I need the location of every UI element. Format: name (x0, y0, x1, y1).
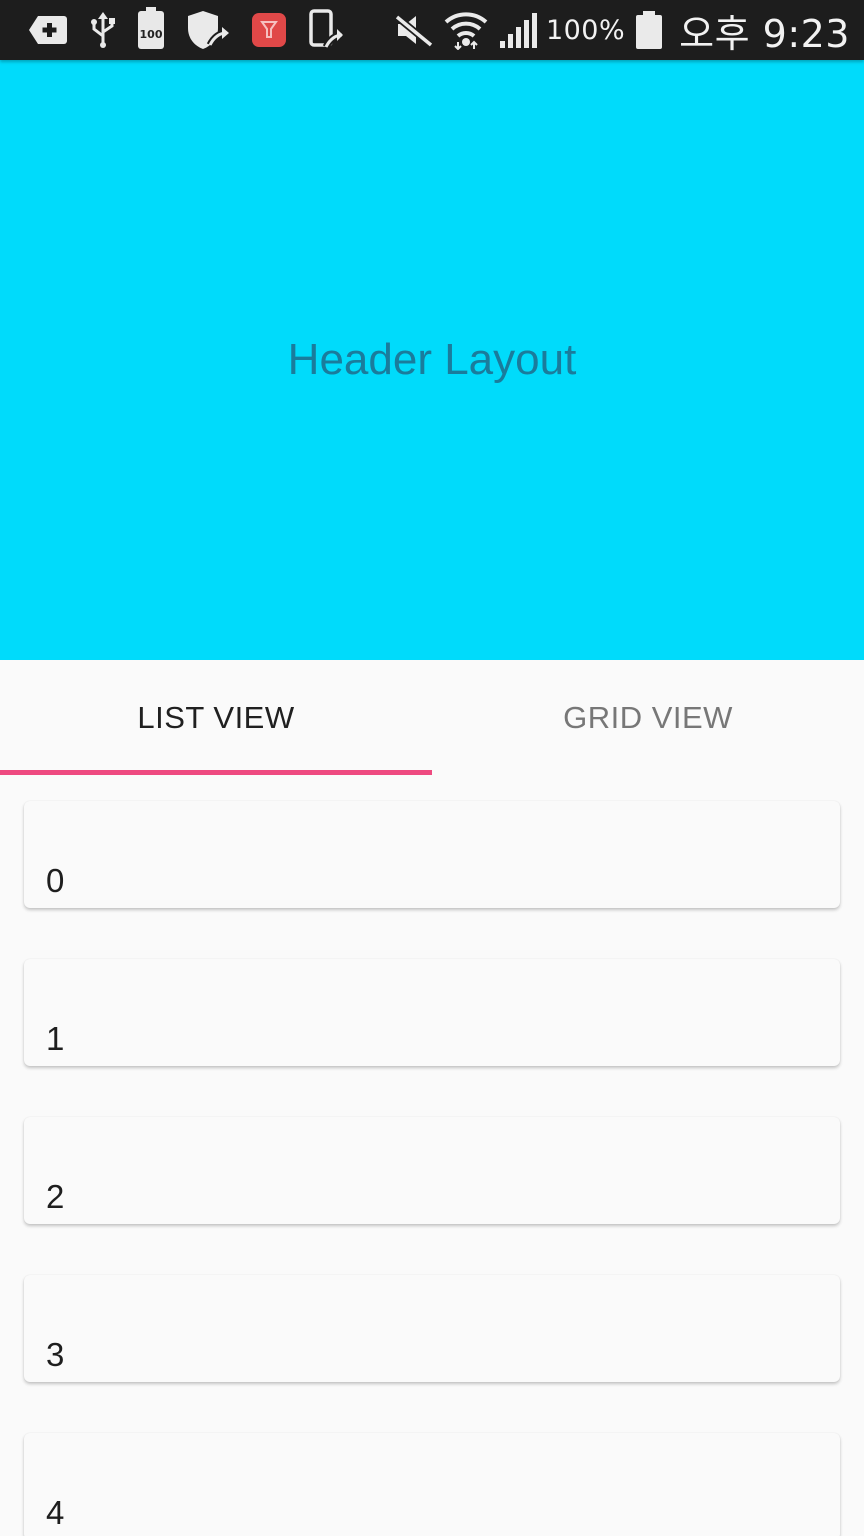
status-bar-notifications: 100 (28, 7, 366, 51)
list-item-label: 1 (46, 1020, 65, 1057)
list-item-label: 4 (46, 1494, 65, 1531)
list-item-label: 3 (46, 1336, 65, 1373)
wifi-icon (444, 10, 488, 50)
shield-icon (186, 9, 230, 51)
battery-100-badge-icon: 100 (138, 7, 164, 49)
usb-icon (90, 12, 116, 48)
tab-bar: LIST VIEW GRID VIEW (0, 660, 864, 776)
item-list[interactable]: 0 1 2 3 4 (24, 801, 840, 1536)
list-item[interactable]: 0 (24, 801, 840, 908)
battery-icon (635, 10, 663, 50)
battery-percent: 100% (545, 14, 626, 46)
battery-badge-text: 100 (138, 7, 164, 49)
header-layout: Header Layout (0, 60, 864, 660)
tab-list-view[interactable]: LIST VIEW (0, 660, 432, 776)
status-bar: 100 100% 오후 9:23 (0, 0, 864, 60)
add-icon (28, 14, 68, 46)
header-title: Header Layout (287, 335, 577, 384)
clock: 오후 9:23 (679, 11, 850, 56)
list-item[interactable]: 2 (24, 1117, 840, 1224)
mute-icon (394, 12, 434, 48)
red-app-icon (252, 13, 286, 47)
list-item[interactable]: 1 (24, 959, 840, 1066)
signal-icon (498, 11, 538, 49)
list-item-label: 0 (46, 862, 65, 899)
status-bar-system: 100% 오후 9:23 (384, 3, 850, 58)
tab-indicator (0, 770, 432, 775)
tab-grid-view[interactable]: GRID VIEW (432, 660, 864, 776)
list-item-label: 2 (46, 1178, 65, 1215)
list-item[interactable]: 3 (24, 1275, 840, 1382)
list-item[interactable]: 4 (24, 1433, 840, 1536)
phone-sync-icon (308, 9, 344, 51)
